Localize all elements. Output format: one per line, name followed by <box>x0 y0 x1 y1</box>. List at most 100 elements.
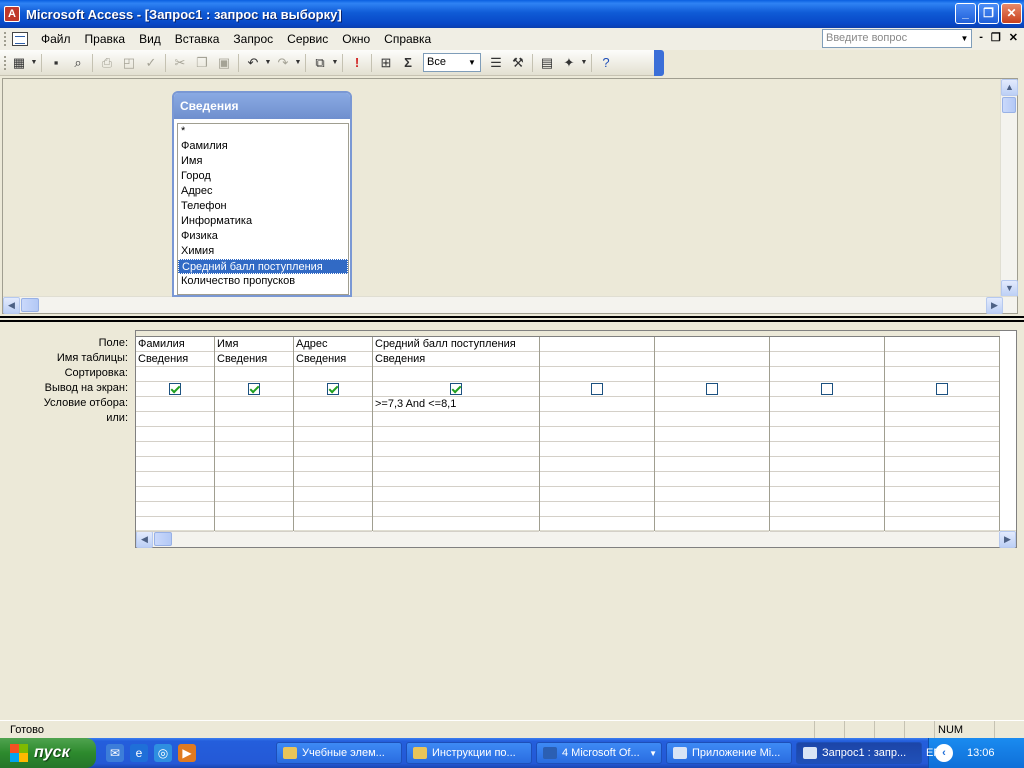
table-pane-horizontal-scrollbar[interactable]: ◀ ▶ <box>3 296 1017 314</box>
field-list-item[interactable]: Информатика <box>178 214 348 229</box>
field-list-window[interactable]: Сведения * Фамилия Имя Город Адрес Телеф… <box>172 91 352 297</box>
qbe-cell-or[interactable] <box>215 487 293 502</box>
qbe-cell-or[interactable] <box>655 487 769 502</box>
ask-question-input[interactable]: Введите вопрос <box>822 29 972 48</box>
field-list-title[interactable]: Сведения <box>174 93 350 119</box>
language-indicator[interactable]: EN <box>926 747 941 759</box>
print-preview-icon[interactable]: ◰ <box>118 52 140 74</box>
show-checkbox[interactable] <box>936 383 948 395</box>
scroll-left-icon[interactable]: ◀ <box>3 297 20 314</box>
task-button[interactable]: Приложение Mi... <box>666 742 792 764</box>
show-checkbox[interactable] <box>706 383 718 395</box>
spelling-icon[interactable]: ✓ <box>140 52 162 74</box>
qbe-cell-or[interactable] <box>294 457 372 472</box>
qbe-column[interactable] <box>1000 331 1016 531</box>
qbe-cell-criteria[interactable] <box>770 397 884 412</box>
chevron-down-icon[interactable]: ▼ <box>465 55 479 70</box>
qbe-cell-or[interactable] <box>885 457 999 472</box>
qbe-cell-field[interactable]: Фамилия <box>136 337 214 352</box>
qbe-cell-or[interactable] <box>885 517 999 532</box>
scroll-right-icon[interactable]: ▶ <box>986 297 1003 314</box>
qbe-cell-or[interactable] <box>655 442 769 457</box>
qbe-cell-table[interactable] <box>885 352 999 367</box>
qbe-cell-or[interactable] <box>770 502 884 517</box>
chevron-down-icon[interactable]: ▼ <box>264 59 272 66</box>
show-checkbox[interactable] <box>169 383 181 395</box>
qbe-cell-criteria[interactable] <box>540 397 654 412</box>
file-search-icon[interactable]: ⌕ <box>67 52 89 74</box>
qbe-cell-or[interactable] <box>294 487 372 502</box>
clock[interactable]: 13:06 <box>967 747 995 759</box>
qbe-cell-or[interactable] <box>136 412 214 427</box>
show-checkbox[interactable] <box>591 383 603 395</box>
qbe-cell-sort[interactable] <box>540 367 654 382</box>
mdi-minimize-button[interactable]: - <box>979 31 983 44</box>
qbe-column[interactable]: Фамилия Сведения <box>136 331 215 532</box>
qbe-cell-or[interactable] <box>294 427 372 442</box>
qbe-cell-field[interactable] <box>885 337 999 352</box>
qbe-cell-field[interactable] <box>770 337 884 352</box>
qbe-cell-or[interactable] <box>655 472 769 487</box>
qbe-cell-or[interactable] <box>373 517 539 532</box>
qbe-cell-sort[interactable] <box>655 367 769 382</box>
menu-file[interactable]: Файл <box>34 32 78 46</box>
qbe-cell-or[interactable] <box>294 412 372 427</box>
qbe-column[interactable] <box>770 331 885 532</box>
new-object-icon[interactable]: ✦ <box>558 52 580 74</box>
qbe-cell-or[interactable] <box>770 472 884 487</box>
query-type-icon[interactable]: ⧉ <box>309 52 331 74</box>
scroll-down-icon[interactable]: ▼ <box>1001 280 1018 297</box>
media-player-icon[interactable]: ▶ <box>178 744 196 762</box>
field-list-item[interactable]: Адрес <box>178 184 348 199</box>
query-document-icon[interactable] <box>12 32 28 46</box>
task-button[interactable]: Учебные элем... <box>276 742 402 764</box>
outlook-icon[interactable]: ✉ <box>106 744 124 762</box>
grid-horizontal-scrollbar[interactable]: ◀ ▶ <box>136 530 1016 548</box>
chevron-down-icon[interactable]: ▼ <box>331 59 339 66</box>
qbe-cell-or[interactable] <box>136 517 214 532</box>
qbe-cell-sort[interactable] <box>885 367 999 382</box>
save-icon[interactable]: ▪ <box>45 52 67 74</box>
qbe-cell-or[interactable] <box>885 502 999 517</box>
qbe-cell-or[interactable] <box>885 442 999 457</box>
vertical-scroll-thumb[interactable] <box>1002 97 1016 113</box>
show-checkbox[interactable] <box>821 383 833 395</box>
qbe-cell-or[interactable] <box>770 442 884 457</box>
qbe-cell-or[interactable] <box>294 442 372 457</box>
qbe-cell-sort[interactable] <box>215 367 293 382</box>
qbe-cell-sort[interactable] <box>373 367 539 382</box>
field-list-item[interactable]: Физика <box>178 229 348 244</box>
redo-icon[interactable]: ↷ <box>272 52 294 74</box>
qbe-design-grid[interactable]: ◀ ▶ Фамилия Сведения Имя Сведения Адрес Сведе… <box>135 330 1017 548</box>
qbe-cell-or[interactable] <box>373 427 539 442</box>
view-grid-icon[interactable]: ▦ <box>8 52 30 74</box>
horizontal-scroll-thumb[interactable] <box>154 532 172 546</box>
qbe-cell-or[interactable] <box>770 427 884 442</box>
menu-help[interactable]: Справка <box>377 32 438 46</box>
qbe-column[interactable] <box>540 331 655 532</box>
field-list-item-selected[interactable]: Средний балл поступления <box>178 259 348 274</box>
field-list-item[interactable]: * <box>178 124 348 139</box>
qbe-cell-table[interactable] <box>540 352 654 367</box>
qbe-cell-or[interactable] <box>655 457 769 472</box>
show-checkbox[interactable] <box>327 383 339 395</box>
field-list-item[interactable]: Имя <box>178 154 348 169</box>
qbe-cell-or[interactable] <box>136 457 214 472</box>
qbe-cell-criteria[interactable] <box>294 397 372 412</box>
print-icon[interactable]: ⎙ <box>96 52 118 74</box>
menubar-grip[interactable] <box>4 32 8 46</box>
access-app-icon[interactable]: A <box>4 6 20 22</box>
field-list-item[interactable]: Фамилия <box>178 139 348 154</box>
menu-window[interactable]: Окно <box>335 32 377 46</box>
qbe-column[interactable] <box>655 331 770 532</box>
qbe-cell-field[interactable]: Имя <box>215 337 293 352</box>
qbe-cell-or[interactable] <box>215 442 293 457</box>
qbe-cell-field[interactable] <box>655 337 769 352</box>
menu-tools[interactable]: Сервис <box>280 32 335 46</box>
qbe-cell-or[interactable] <box>655 502 769 517</box>
qbe-cell-table[interactable]: Сведения <box>294 352 372 367</box>
scroll-right-icon[interactable]: ▶ <box>999 531 1016 548</box>
run-icon[interactable]: ! <box>346 52 368 74</box>
qbe-column[interactable]: Имя Сведения <box>215 331 294 532</box>
qbe-cell-or[interactable] <box>540 442 654 457</box>
